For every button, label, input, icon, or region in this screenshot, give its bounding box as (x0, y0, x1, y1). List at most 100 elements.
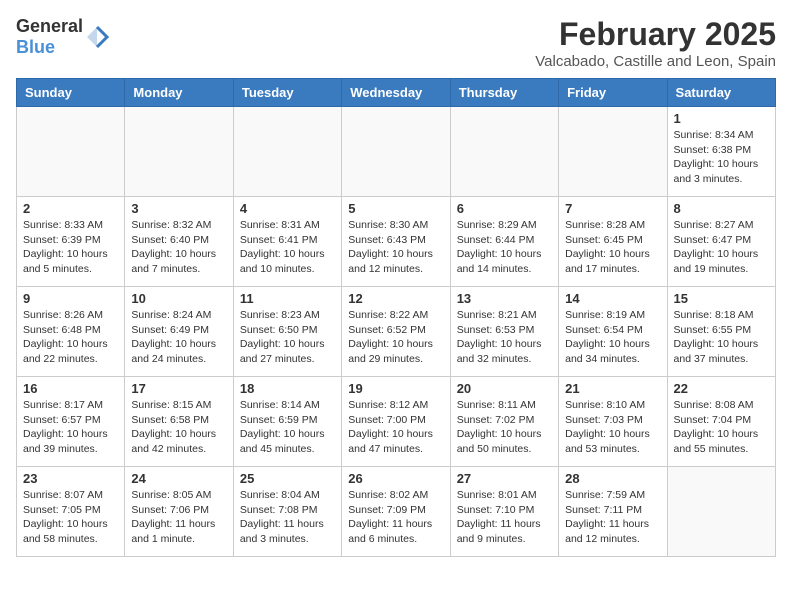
day-info: Sunrise: 8:02 AM Sunset: 7:09 PM Dayligh… (348, 488, 443, 547)
day-info: Sunrise: 8:27 AM Sunset: 6:47 PM Dayligh… (674, 218, 769, 277)
day-info: Sunrise: 8:11 AM Sunset: 7:02 PM Dayligh… (457, 398, 552, 457)
calendar-week-row: 16 Sunrise: 8:17 AM Sunset: 6:57 PM Dayli… (17, 377, 776, 467)
day-number: 11 (240, 291, 335, 306)
calendar-cell: 9 Sunrise: 8:26 AM Sunset: 6:48 PM Daylig… (17, 287, 125, 377)
calendar-cell: 20 Sunrise: 8:11 AM Sunset: 7:02 PM Dayli… (450, 377, 558, 467)
day-number: 27 (457, 471, 552, 486)
calendar-week-row: 2Sunrise: 8:33 AM Sunset: 6:39 PM Daylig… (17, 197, 776, 287)
day-info: Sunrise: 8:12 AM Sunset: 7:00 PM Dayligh… (348, 398, 443, 457)
calendar-cell (342, 107, 450, 197)
day-number: 22 (674, 381, 769, 396)
calendar-day-header: Thursday (450, 79, 558, 107)
day-info: Sunrise: 8:17 AM Sunset: 6:57 PM Dayligh… (23, 398, 118, 457)
day-info: Sunrise: 8:15 AM Sunset: 6:58 PM Dayligh… (131, 398, 226, 457)
day-info: Sunrise: 8:21 AM Sunset: 6:53 PM Dayligh… (457, 308, 552, 367)
logo: General Blue (16, 16, 109, 58)
page-header: General Blue February 2025 Valcabado, Ca… (16, 16, 776, 70)
day-number: 16 (23, 381, 118, 396)
calendar-cell: 13 Sunrise: 8:21 AM Sunset: 6:53 PM Dayli… (450, 287, 558, 377)
calendar-cell (233, 107, 341, 197)
logo-icon (85, 25, 109, 49)
day-info: Sunrise: 8:33 AM Sunset: 6:39 PM Dayligh… (23, 218, 118, 277)
day-number: 17 (131, 381, 226, 396)
calendar-cell: 21 Sunrise: 8:10 AM Sunset: 7:03 PM Dayli… (559, 377, 667, 467)
sub-title: Valcabado, Castille and Leon, Spain (535, 53, 776, 70)
day-info: Sunrise: 8:04 AM Sunset: 7:08 PM Dayligh… (240, 488, 335, 547)
day-number: 24 (131, 471, 226, 486)
calendar-cell: 24 Sunrise: 8:05 AM Sunset: 7:06 PM Dayli… (125, 467, 233, 557)
calendar-cell: 10Sunrise: 8:24 AM Sunset: 6:49 PM Dayli… (125, 287, 233, 377)
day-info: Sunrise: 7:59 AM Sunset: 7:11 PM Dayligh… (565, 488, 660, 547)
day-info: Sunrise: 8:34 AM Sunset: 6:38 PM Dayligh… (674, 128, 769, 187)
calendar-week-row: 9 Sunrise: 8:26 AM Sunset: 6:48 PM Daylig… (17, 287, 776, 377)
calendar-cell: 3 Sunrise: 8:32 AM Sunset: 6:40 PM Daylig… (125, 197, 233, 287)
calendar-day-header: Wednesday (342, 79, 450, 107)
logo-text: General Blue (16, 16, 83, 58)
day-number: 14 (565, 291, 660, 306)
calendar-cell: 11Sunrise: 8:23 AM Sunset: 6:50 PM Dayli… (233, 287, 341, 377)
day-number: 6 (457, 201, 552, 216)
day-number: 12 (348, 291, 443, 306)
calendar-week-row: 1Sunrise: 8:34 AM Sunset: 6:38 PM Daylig… (17, 107, 776, 197)
day-number: 13 (457, 291, 552, 306)
day-info: Sunrise: 8:30 AM Sunset: 6:43 PM Dayligh… (348, 218, 443, 277)
calendar-cell (450, 107, 558, 197)
calendar-cell: 6Sunrise: 8:29 AM Sunset: 6:44 PM Daylig… (450, 197, 558, 287)
day-number: 7 (565, 201, 660, 216)
day-info: Sunrise: 8:05 AM Sunset: 7:06 PM Dayligh… (131, 488, 226, 547)
calendar-cell: 28 Sunrise: 7:59 AM Sunset: 7:11 PM Dayli… (559, 467, 667, 557)
calendar-day-header: Friday (559, 79, 667, 107)
day-info: Sunrise: 8:14 AM Sunset: 6:59 PM Dayligh… (240, 398, 335, 457)
day-number: 8 (674, 201, 769, 216)
calendar-header-row: SundayMondayTuesdayWednesdayThursdayFrid… (17, 79, 776, 107)
calendar-day-header: Saturday (667, 79, 775, 107)
calendar-cell (125, 107, 233, 197)
day-number: 18 (240, 381, 335, 396)
calendar-cell: 5 Sunrise: 8:30 AM Sunset: 6:43 PM Daylig… (342, 197, 450, 287)
calendar-cell: 22 Sunrise: 8:08 AM Sunset: 7:04 PM Dayli… (667, 377, 775, 467)
calendar-cell: 19 Sunrise: 8:12 AM Sunset: 7:00 PM Dayli… (342, 377, 450, 467)
day-number: 5 (348, 201, 443, 216)
day-number: 23 (23, 471, 118, 486)
day-info: Sunrise: 8:10 AM Sunset: 7:03 PM Dayligh… (565, 398, 660, 457)
day-info: Sunrise: 8:01 AM Sunset: 7:10 PM Dayligh… (457, 488, 552, 547)
calendar-cell: 17 Sunrise: 8:15 AM Sunset: 6:58 PM Dayli… (125, 377, 233, 467)
calendar-cell: 25 Sunrise: 8:04 AM Sunset: 7:08 PM Dayli… (233, 467, 341, 557)
day-info: Sunrise: 8:32 AM Sunset: 6:40 PM Dayligh… (131, 218, 226, 277)
day-number: 25 (240, 471, 335, 486)
day-number: 4 (240, 201, 335, 216)
calendar-cell (667, 467, 775, 557)
calendar-cell: 15 Sunrise: 8:18 AM Sunset: 6:55 PM Dayli… (667, 287, 775, 377)
title-block: February 2025 Valcabado, Castille and Le… (535, 16, 776, 70)
calendar-cell: 12Sunrise: 8:22 AM Sunset: 6:52 PM Dayli… (342, 287, 450, 377)
calendar-cell: 18 Sunrise: 8:14 AM Sunset: 6:59 PM Dayli… (233, 377, 341, 467)
calendar-table: SundayMondayTuesdayWednesdayThursdayFrid… (16, 78, 776, 557)
day-info: Sunrise: 8:07 AM Sunset: 7:05 PM Dayligh… (23, 488, 118, 547)
calendar-cell: 4 Sunrise: 8:31 AM Sunset: 6:41 PM Daylig… (233, 197, 341, 287)
day-info: Sunrise: 8:26 AM Sunset: 6:48 PM Dayligh… (23, 308, 118, 367)
day-number: 15 (674, 291, 769, 306)
day-number: 19 (348, 381, 443, 396)
calendar-cell (559, 107, 667, 197)
day-number: 21 (565, 381, 660, 396)
day-number: 3 (131, 201, 226, 216)
day-number: 28 (565, 471, 660, 486)
calendar-cell: 7 Sunrise: 8:28 AM Sunset: 6:45 PM Daylig… (559, 197, 667, 287)
day-number: 9 (23, 291, 118, 306)
day-info: Sunrise: 8:28 AM Sunset: 6:45 PM Dayligh… (565, 218, 660, 277)
day-info: Sunrise: 8:31 AM Sunset: 6:41 PM Dayligh… (240, 218, 335, 277)
calendar-day-header: Sunday (17, 79, 125, 107)
calendar-day-header: Monday (125, 79, 233, 107)
calendar-day-header: Tuesday (233, 79, 341, 107)
day-number: 20 (457, 381, 552, 396)
day-info: Sunrise: 8:18 AM Sunset: 6:55 PM Dayligh… (674, 308, 769, 367)
calendar-cell: 26Sunrise: 8:02 AM Sunset: 7:09 PM Dayli… (342, 467, 450, 557)
calendar-cell (17, 107, 125, 197)
calendar-cell: 2Sunrise: 8:33 AM Sunset: 6:39 PM Daylig… (17, 197, 125, 287)
day-info: Sunrise: 8:08 AM Sunset: 7:04 PM Dayligh… (674, 398, 769, 457)
logo-blue: Blue (16, 37, 55, 57)
calendar-cell: 23 Sunrise: 8:07 AM Sunset: 7:05 PM Dayli… (17, 467, 125, 557)
calendar-cell: 27 Sunrise: 8:01 AM Sunset: 7:10 PM Dayli… (450, 467, 558, 557)
day-number: 10 (131, 291, 226, 306)
day-info: Sunrise: 8:19 AM Sunset: 6:54 PM Dayligh… (565, 308, 660, 367)
